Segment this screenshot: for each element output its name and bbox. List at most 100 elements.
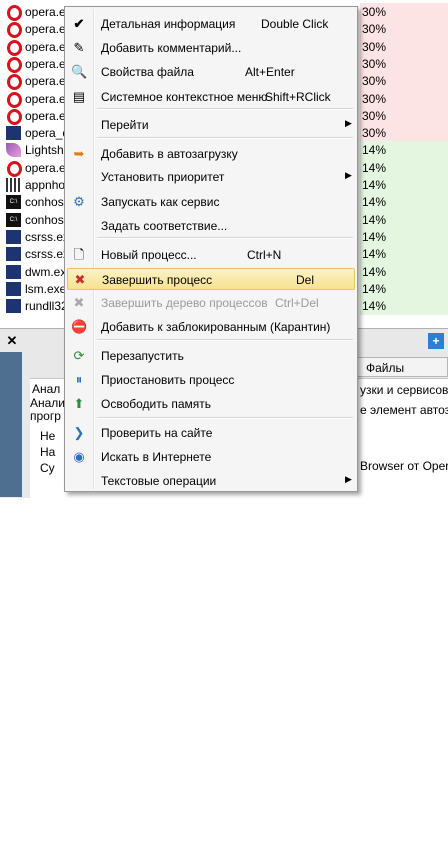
opera-icon	[7, 39, 22, 56]
side-bar: Дополнительная информация	[0, 352, 22, 842]
cpu-percent: 14%	[360, 245, 448, 264]
system-icon	[6, 281, 21, 296]
menu-item[interactable]: ◉ Искать в Интернете	[67, 446, 355, 468]
cpu-percent: 14%	[360, 176, 448, 194]
menu-item-label: Системное контекстное меню	[101, 90, 268, 104]
menu-item-label: Запускать как сервис	[101, 195, 220, 209]
menu-item[interactable]: 🗋 Новый процесс... Ctrl+N	[67, 244, 355, 266]
console-icon: C:\	[6, 212, 21, 227]
autorun-icon: ➥	[73, 146, 85, 161]
kill-process-icon: ✖	[74, 272, 86, 287]
tab-files[interactable]: Файлы	[355, 357, 448, 377]
cpu-percent: 30%	[360, 106, 448, 125]
menu-item[interactable]: ✎ Добавить комментарий...	[67, 37, 355, 59]
free-memory-icon: ⬆	[73, 396, 85, 411]
system-menu-icon: ▤	[72, 89, 86, 104]
cpu-percent: 14%	[360, 141, 448, 160]
cpu-percent: 14%	[360, 158, 448, 177]
opera-icon	[7, 5, 22, 21]
menu-item-label: Перейти	[101, 118, 149, 132]
menu-item-label: Перезапустить	[101, 349, 184, 363]
menu-separator	[97, 417, 353, 419]
check-site-icon: ❯	[73, 425, 85, 440]
cpu-percent: 30%	[360, 20, 448, 39]
opera-icon	[7, 108, 22, 125]
menu-item-label: Проверить на сайте	[101, 426, 213, 440]
restart-icon: ⟳	[73, 348, 85, 363]
menu-item[interactable]: Перейти ▶	[67, 114, 355, 136]
close-panel-button[interactable]: ✕	[4, 333, 20, 349]
menu-item-label: Приостановить процесс	[101, 373, 235, 387]
menu-item[interactable]: Установить приоритет ▶	[67, 166, 355, 188]
menu-item-shortcut: Shift+RClick	[265, 90, 331, 104]
menu-item-label: Детальная информация	[101, 17, 236, 31]
menu-item[interactable]: ⛔ Добавить к заблокированным (Карантин)	[67, 316, 355, 338]
menu-item-label: Новый процесс...	[101, 248, 197, 262]
opera-icon	[7, 91, 22, 108]
menu-item-label: Добавить в автозагрузку	[101, 147, 238, 161]
app-icon	[6, 178, 21, 192]
menu-item-label: Задать соответствие...	[101, 219, 228, 233]
menu-item[interactable]: ▤ Системное контекстное меню Shift+RClick	[67, 86, 355, 108]
menu-separator	[97, 137, 353, 139]
system-icon	[6, 247, 21, 262]
menu-item-shortcut: Del	[296, 273, 315, 287]
cpu-percent: 14%	[360, 227, 448, 246]
magnifier-icon: 🔍	[71, 64, 88, 79]
menu-item[interactable]: ✖ Завершить дерево процессов Ctrl+Del	[67, 292, 355, 314]
menu-item-label: Добавить комментарий...	[101, 41, 242, 55]
service-gears-icon: ⚙	[73, 194, 85, 209]
pause-icon: ⏸	[75, 372, 83, 387]
context-menu: ✔ Детальная информация Double Click ✎ Добави…	[64, 6, 358, 492]
menu-item-shortcut: Ctrl+Del	[275, 296, 319, 310]
cpu-percent: 30%	[360, 3, 448, 21]
side-label: Дополнительная информация	[3, 688, 15, 842]
cpu-percent: 30%	[360, 72, 448, 91]
menu-item[interactable]: ⟳ Перезапустить	[67, 345, 355, 367]
menu-item[interactable]: ⚙ Запускать как сервис	[67, 191, 355, 213]
system-icon	[6, 299, 21, 314]
submenu-arrow-icon: ▶	[345, 170, 352, 180]
menu-item[interactable]: ⬆ Освободить память	[67, 393, 355, 415]
cpu-percent: 14%	[360, 297, 448, 316]
kill-tree-icon: ✖	[73, 295, 85, 310]
menu-item[interactable]: ➥ Добавить в автозагрузку	[67, 143, 355, 165]
menu-item[interactable]: ✖ Завершить процесс Del	[67, 268, 355, 290]
analysis-text: узки и сервисов	[360, 383, 448, 397]
opera-icon	[7, 22, 22, 39]
menu-item[interactable]: ✔ Детальная информация Double Click	[67, 13, 355, 35]
cpu-percent: 30%	[360, 124, 448, 143]
add-button[interactable]: +	[428, 333, 444, 349]
checkmark-icon: ✔	[73, 16, 85, 31]
menu-item-label: Завершить дерево процессов	[101, 296, 268, 310]
system-icon	[6, 229, 21, 244]
menu-item[interactable]: ⏸ Приостановить процесс	[67, 369, 355, 391]
analysis-item: Су	[40, 461, 55, 475]
menu-item-shortcut: Double Click	[261, 17, 329, 31]
menu-item[interactable]: Задать соответствие...	[67, 215, 355, 237]
menu-separator	[97, 339, 353, 341]
lightshot-icon	[6, 143, 21, 158]
submenu-arrow-icon: ▶	[345, 118, 352, 128]
search-web-icon: ◉	[73, 449, 85, 464]
menu-item-label: Искать в Интернете	[101, 450, 212, 464]
quarantine-icon: ⛔	[71, 319, 88, 334]
analysis-title: Анал	[32, 382, 61, 396]
analysis-text: е элемент автоза	[360, 403, 448, 417]
menu-item[interactable]: ❯ Проверить на сайте	[67, 422, 355, 444]
menu-item[interactable]: Текстовые операции ▶	[67, 470, 355, 492]
menu-item-label: Установить приоритет	[101, 170, 225, 184]
cpu-percent: 14%	[360, 193, 448, 212]
cpu-percent: 14%	[360, 262, 448, 281]
console-icon: C:\	[6, 195, 21, 210]
cpu-percent: 30%	[360, 89, 448, 108]
menu-item[interactable]: 🔍 Свойства файла Alt+Enter	[67, 61, 355, 83]
submenu-arrow-icon: ▶	[345, 474, 352, 484]
analysis-line: прогр	[30, 409, 61, 423]
menu-item-label: Свойства файла	[101, 65, 194, 79]
comment-icon: ✎	[73, 40, 85, 55]
opera-icon	[7, 56, 22, 73]
cpu-percent: 30%	[360, 54, 448, 73]
analysis-item: На	[40, 445, 56, 459]
process-name: lsm.exe	[25, 281, 67, 296]
